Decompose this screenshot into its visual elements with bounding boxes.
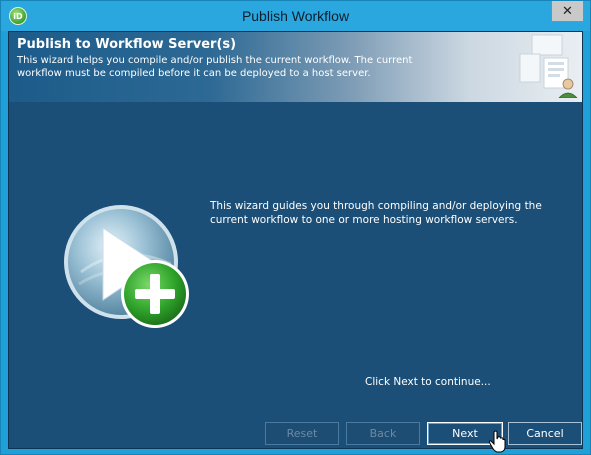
wizard-header: Publish to Workflow Server(s) This wizar… — [9, 32, 582, 102]
window-title: Publish Workflow — [241, 8, 350, 24]
mouse-cursor-icon — [488, 430, 506, 453]
wizard-guide-text: This wizard guides you through compiling… — [210, 200, 542, 226]
wizard-header-title: Publish to Workflow Server(s) — [17, 37, 237, 52]
publish-workflow-window: iD Publish Workflow ✕ Publish to Workflo… — [0, 0, 591, 455]
reset-button[interactable]: Reset — [265, 422, 339, 445]
header-servers-icon — [519, 34, 578, 98]
close-button[interactable]: ✕ — [551, 1, 584, 22]
close-icon: ✕ — [562, 3, 573, 19]
back-button[interactable]: Back — [346, 422, 420, 445]
continue-hint: Click Next to continue... — [365, 376, 491, 388]
wizard-header-description: This wizard helps you compile and/or pub… — [17, 55, 413, 79]
play-add-icon — [64, 205, 189, 328]
title-bar[interactable]: iD Publish Workflow ✕ — [1, 1, 590, 31]
wizard-client-area: Publish to Workflow Server(s) This wizar… — [8, 31, 583, 453]
cancel-button[interactable]: Cancel — [508, 422, 582, 445]
